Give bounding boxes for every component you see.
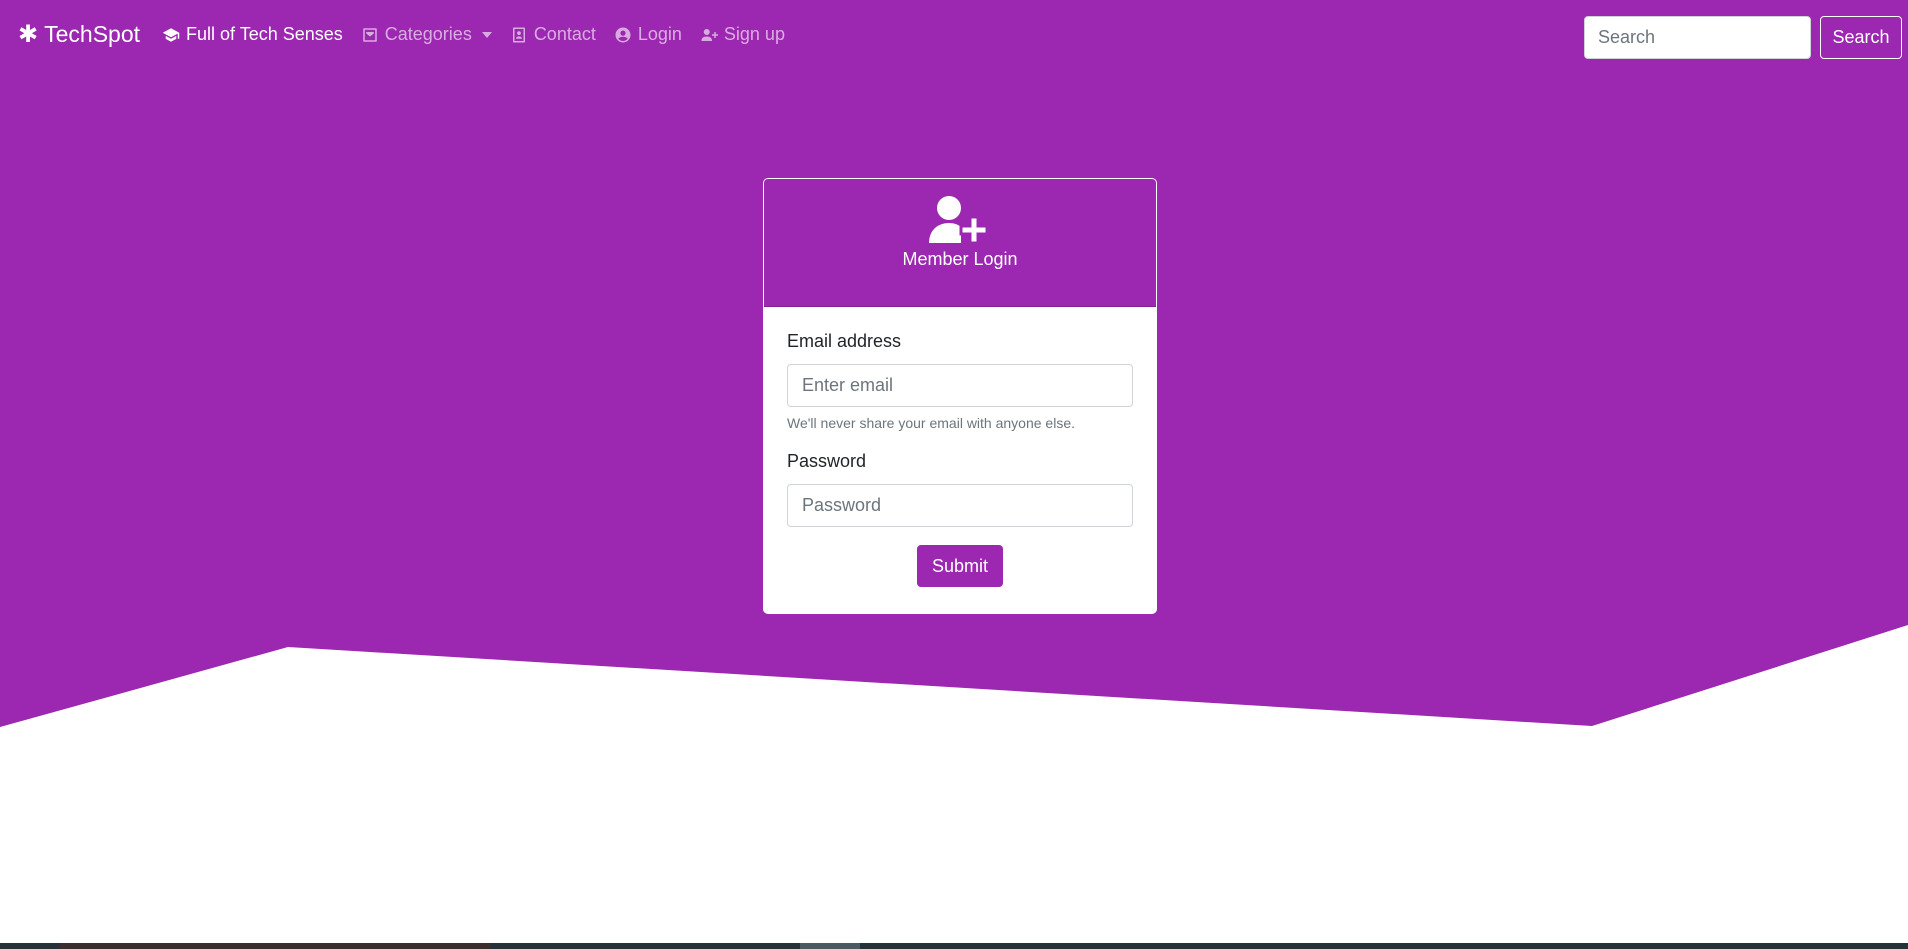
submit-button[interactable]: Submit	[917, 545, 1003, 587]
nav-item-label: Full of Tech Senses	[186, 24, 343, 44]
navbar: ✱ TechSpot Full of Tech Senses Categorie…	[0, 3, 1908, 67]
contact-book-icon	[512, 27, 525, 42]
login-form: Email address We'll never share your ema…	[764, 307, 1156, 611]
login-card-title: Member Login	[902, 249, 1018, 269]
submit-row: Submit	[787, 545, 1133, 587]
search-button[interactable]: Search	[1820, 16, 1902, 59]
window-bottom-border	[0, 943, 1908, 949]
password-label: Password	[787, 451, 867, 471]
nav-item-contact[interactable]: Contact	[510, 24, 596, 45]
brand-link[interactable]: ✱ TechSpot	[18, 21, 140, 48]
nav-item-login[interactable]: Login	[614, 24, 682, 45]
login-card: Member Login Email address We'll never s…	[763, 178, 1157, 614]
graduation-cap-icon	[162, 27, 180, 42]
brand-label: TechSpot	[44, 21, 141, 47]
email-help-text: We'll never share your email with anyone…	[787, 415, 1075, 431]
bottom-border-segment	[60, 943, 490, 949]
nav-item-label: Login	[637, 24, 682, 44]
nav-menu: Full of Tech Senses Categories Contact L…	[162, 24, 803, 45]
email-label: Email address	[787, 331, 902, 351]
chevron-down-icon	[481, 31, 492, 38]
user-plus-icon	[929, 196, 989, 245]
inbox-icon	[363, 27, 377, 42]
email-field[interactable]	[787, 364, 1133, 407]
asterisk-icon: ✱	[18, 20, 39, 48]
nav-item-label: Categories	[384, 24, 472, 44]
nav-item-label: Contact	[533, 24, 596, 44]
nav-item-categories[interactable]: Categories	[361, 24, 492, 45]
search-input[interactable]	[1584, 16, 1811, 59]
bottom-border-segment	[800, 943, 860, 949]
nav-item-sign-up[interactable]: Sign up	[700, 24, 785, 45]
nav-item-label: Sign up	[723, 24, 785, 44]
user-plus-icon	[701, 28, 718, 41]
user-circle-icon	[615, 27, 631, 42]
login-card-header: Member Login	[764, 179, 1156, 307]
password-field[interactable]	[787, 484, 1133, 527]
nav-item-full-of-tech-senses[interactable]: Full of Tech Senses	[162, 24, 343, 45]
